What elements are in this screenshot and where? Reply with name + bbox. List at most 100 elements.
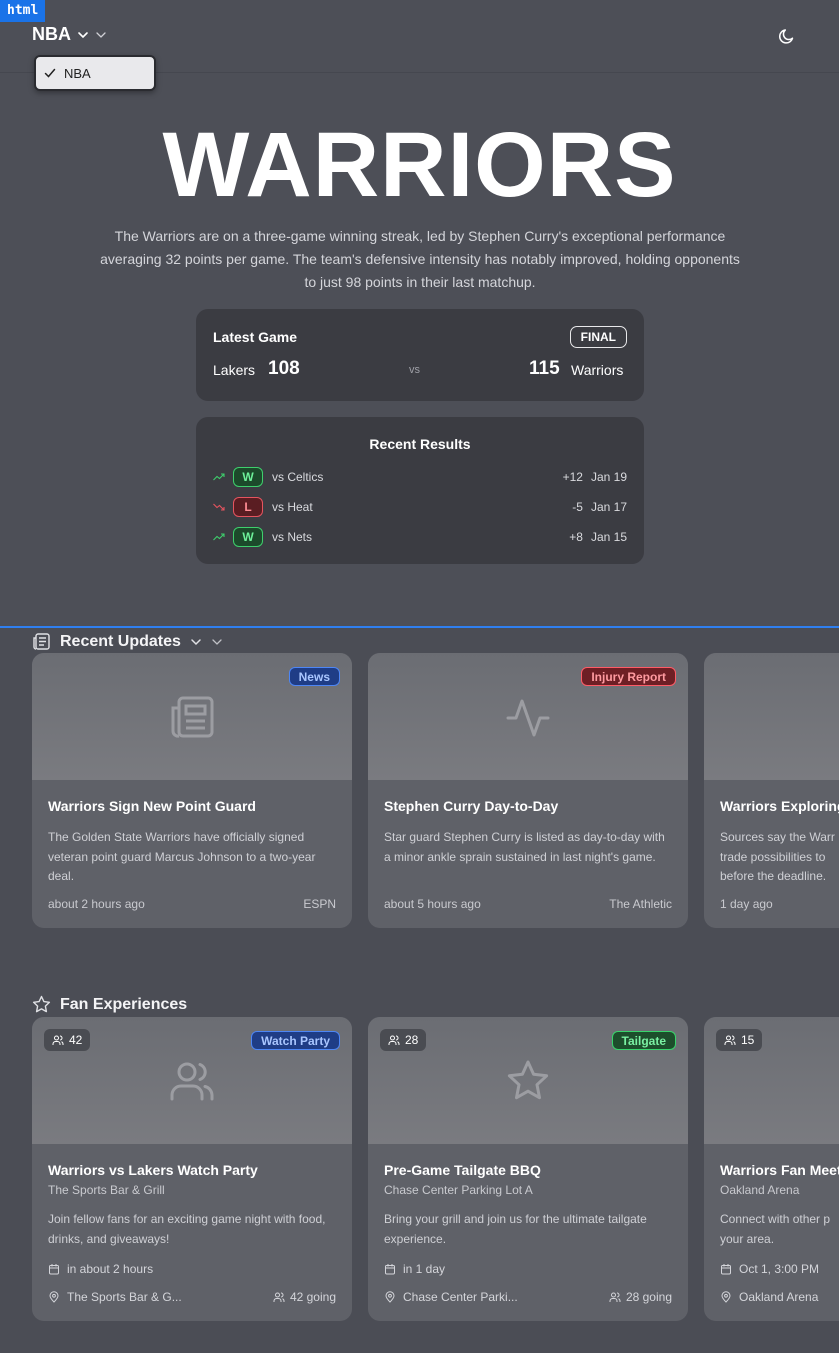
selection-outline bbox=[0, 626, 839, 628]
attendee-count: 42 bbox=[69, 1033, 83, 1047]
news-source: ESPN bbox=[303, 897, 336, 911]
event-time: Oct 1, 3:00 PM bbox=[720, 1262, 819, 1276]
going-count: 28 going bbox=[609, 1290, 672, 1304]
result-opponent: vs Celtics bbox=[272, 470, 324, 484]
news-title: Warriors Sign New Point Guard bbox=[48, 798, 256, 814]
news-title: Warriors Exploring bbox=[720, 798, 839, 814]
event-time-label: in about 2 hours bbox=[67, 1262, 154, 1276]
attendee-count: 15 bbox=[741, 1033, 755, 1047]
dropdown-item-label: NBA bbox=[64, 65, 91, 81]
calendar-icon bbox=[49, 1264, 59, 1275]
news-card[interactable]: News Warriors Sign New Point Guard The G… bbox=[32, 653, 352, 928]
result-row: W vs Nets +8 Jan 15 bbox=[213, 526, 627, 548]
event-type-badge: Watch Party bbox=[251, 1031, 340, 1050]
event-description: Bring your grill and join us for the ult… bbox=[384, 1212, 647, 1246]
event-venue: Chase Center Parking Lot A bbox=[384, 1183, 533, 1197]
devtools-element-tag: html bbox=[0, 0, 46, 22]
event-location-label: The Sports Bar & G... bbox=[67, 1290, 182, 1304]
calendar-icon bbox=[721, 1264, 731, 1275]
latest-game-label: Latest Game bbox=[213, 329, 298, 345]
event-location: The Sports Bar & G... bbox=[48, 1290, 182, 1304]
fan-event-card[interactable]: 15 Warriors Fan Meet Oakland Arena Conne… bbox=[704, 1017, 839, 1321]
event-title: Warriors vs Lakers Watch Party bbox=[48, 1162, 258, 1178]
attendee-count: 28 bbox=[405, 1033, 419, 1047]
event-title: Warriors Fan Meet bbox=[720, 1162, 839, 1178]
status-badge: FINAL bbox=[569, 326, 627, 348]
going-count: 42 going bbox=[273, 1290, 336, 1304]
result-badge: W bbox=[233, 467, 263, 487]
users-icon bbox=[724, 1035, 736, 1045]
newspaper-icon bbox=[171, 696, 214, 738]
recent-results-card: Recent Results W vs Celtics +12 Jan 19 L… bbox=[196, 417, 644, 564]
result-badge: L bbox=[233, 497, 263, 517]
news-thumbnail: News bbox=[32, 653, 352, 780]
fan-event-card[interactable]: 42 Watch Party Warriors vs Lakers Watch … bbox=[32, 1017, 352, 1321]
star-icon bbox=[32, 995, 51, 1013]
result-diff: +12 bbox=[562, 470, 583, 484]
users-icon bbox=[609, 1292, 621, 1302]
moon-icon[interactable] bbox=[777, 26, 797, 46]
news-thumbnail bbox=[704, 653, 839, 780]
result-date: Jan 15 bbox=[590, 530, 627, 544]
home-team: Lakers bbox=[213, 362, 256, 378]
users-icon bbox=[52, 1035, 64, 1045]
trend-up-icon bbox=[213, 473, 225, 481]
recent-updates-header[interactable]: Recent Updates bbox=[32, 632, 223, 651]
attendee-count-badge: 42 bbox=[44, 1029, 91, 1051]
result-date: Jan 17 bbox=[590, 500, 627, 514]
event-venue: The Sports Bar & Grill bbox=[48, 1183, 165, 1197]
users-icon bbox=[170, 1062, 214, 1101]
users-icon bbox=[273, 1292, 285, 1302]
map-pin-icon bbox=[49, 1291, 59, 1303]
attendee-count-badge: 15 bbox=[716, 1029, 763, 1051]
result-opponent: vs Heat bbox=[272, 500, 313, 514]
event-location-label: Chase Center Parki... bbox=[403, 1290, 518, 1304]
league-selector[interactable]: NBA bbox=[32, 24, 107, 45]
event-time-label: Oct 1, 3:00 PM bbox=[739, 1262, 820, 1276]
result-badge: W bbox=[233, 527, 263, 547]
result-diff: +8 bbox=[569, 530, 583, 544]
away-score: 115 bbox=[529, 358, 560, 379]
event-venue: Oakland Arena bbox=[720, 1183, 800, 1197]
trend-up-icon bbox=[213, 533, 225, 541]
news-summary: Star guard Stephen Curry is listed as da… bbox=[384, 830, 665, 864]
news-time: about 5 hours ago bbox=[384, 897, 481, 911]
result-date: Jan 19 bbox=[590, 470, 627, 484]
recent-results-title: Recent Results bbox=[369, 436, 471, 452]
category-badge: Injury Report bbox=[581, 667, 676, 686]
map-pin-icon bbox=[721, 1291, 731, 1303]
news-card[interactable]: Warriors Exploring Sources say the Warr … bbox=[704, 653, 839, 928]
newspaper-icon bbox=[33, 633, 50, 650]
result-diff: -5 bbox=[572, 500, 583, 514]
league-label: NBA bbox=[32, 24, 71, 44]
event-time-label: in 1 day bbox=[403, 1262, 446, 1276]
news-time: 1 day ago bbox=[720, 897, 773, 911]
event-time: in 1 day bbox=[384, 1262, 445, 1276]
news-title: Stephen Curry Day-to-Day bbox=[384, 798, 559, 814]
event-title: Pre-Game Tailgate BBQ bbox=[384, 1162, 541, 1178]
news-summary: The Golden State Warriors have officiall… bbox=[48, 830, 316, 883]
event-thumbnail: 28 Tailgate bbox=[368, 1017, 688, 1144]
news-card[interactable]: Injury Report Stephen Curry Day-to-Day S… bbox=[368, 653, 688, 928]
result-row: L vs Heat -5 Jan 17 bbox=[213, 496, 627, 518]
section-title: Fan Experiences bbox=[60, 995, 188, 1013]
result-opponent: vs Nets bbox=[272, 530, 313, 544]
users-icon bbox=[388, 1035, 400, 1045]
news-summary: Sources say the Warr trade possibilities… bbox=[720, 830, 835, 883]
event-description: Connect with other p your area. bbox=[720, 1212, 831, 1246]
event-location: Oakland Arena bbox=[720, 1290, 818, 1304]
going-label: 42 going bbox=[289, 1290, 336, 1304]
check-icon bbox=[44, 68, 56, 78]
chevron-down-icon bbox=[212, 638, 222, 645]
calendar-icon bbox=[385, 1264, 395, 1275]
chevron-down-icon bbox=[191, 638, 201, 645]
activity-icon bbox=[506, 699, 550, 737]
away-team: Warriors bbox=[571, 362, 624, 378]
dropdown-item-nba[interactable]: NBA bbox=[44, 63, 150, 83]
fan-event-card[interactable]: 28 Tailgate Pre-Game Tailgate BBQ Chase … bbox=[368, 1017, 688, 1321]
section-title: Recent Updates bbox=[60, 632, 181, 650]
event-location-label: Oakland Arena bbox=[739, 1290, 819, 1304]
star-icon bbox=[507, 1060, 549, 1100]
news-source: The Athletic bbox=[609, 897, 672, 911]
event-thumbnail: 15 bbox=[704, 1017, 839, 1144]
